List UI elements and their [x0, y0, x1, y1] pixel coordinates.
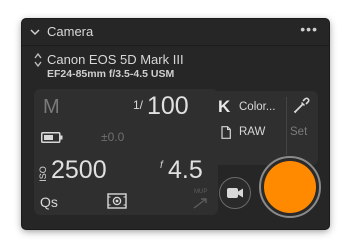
record-video-button[interactable] — [219, 177, 251, 209]
updown-chevron-icon[interactable] — [33, 52, 43, 68]
divider — [286, 97, 287, 155]
exposure-readout: M 1/ 100 ±0.0 ISO 2500 f 4.5 Qs MUP — [34, 89, 218, 215]
aperture-prefix: f — [160, 160, 163, 171]
document-icon — [221, 126, 231, 139]
panel-title: Camera — [47, 24, 94, 39]
wb-kelvin-icon: K — [218, 97, 231, 116]
iso-label: ISO — [38, 166, 48, 182]
capture-settings-box: K Color... RAW Set — [208, 91, 318, 165]
aperture-value[interactable]: 4.5 — [168, 156, 203, 185]
metering-icon[interactable] — [107, 193, 127, 209]
shooting-mode[interactable]: M — [43, 96, 60, 119]
exposure-compensation[interactable]: ±0.0 — [101, 130, 124, 144]
eyedropper-icon[interactable] — [292, 97, 310, 115]
set-wb-button[interactable]: Set — [290, 126, 307, 138]
panel-header[interactable]: Camera ••• — [22, 19, 329, 46]
shutter-prefix: 1/ — [133, 98, 144, 112]
capture-button[interactable] — [259, 156, 321, 218]
iso-value[interactable]: 2500 — [51, 156, 107, 185]
white-balance-value[interactable]: Color... — [239, 101, 275, 113]
video-camera-icon — [227, 188, 243, 198]
chevron-down-icon[interactable] — [29, 26, 41, 38]
camera-panel: Camera ••• Canon EOS 5D Mark III EF24-85… — [22, 19, 329, 229]
capture-button-core[interactable] — [264, 161, 316, 213]
battery-icon — [41, 132, 63, 143]
drive-mode[interactable]: Qs — [40, 194, 58, 210]
mirror-lockup-icon[interactable] — [192, 197, 208, 209]
shutter-speed[interactable]: 100 — [147, 92, 189, 121]
more-icon[interactable]: ••• — [300, 22, 318, 36]
lens-name: EF24-85mm f/3.5-4.5 USM — [47, 68, 175, 80]
mirror-lockup-label: MUP — [194, 189, 208, 195]
camera-select[interactable]: Canon EOS 5D Mark III — [47, 52, 184, 67]
file-format[interactable]: RAW — [239, 126, 265, 138]
